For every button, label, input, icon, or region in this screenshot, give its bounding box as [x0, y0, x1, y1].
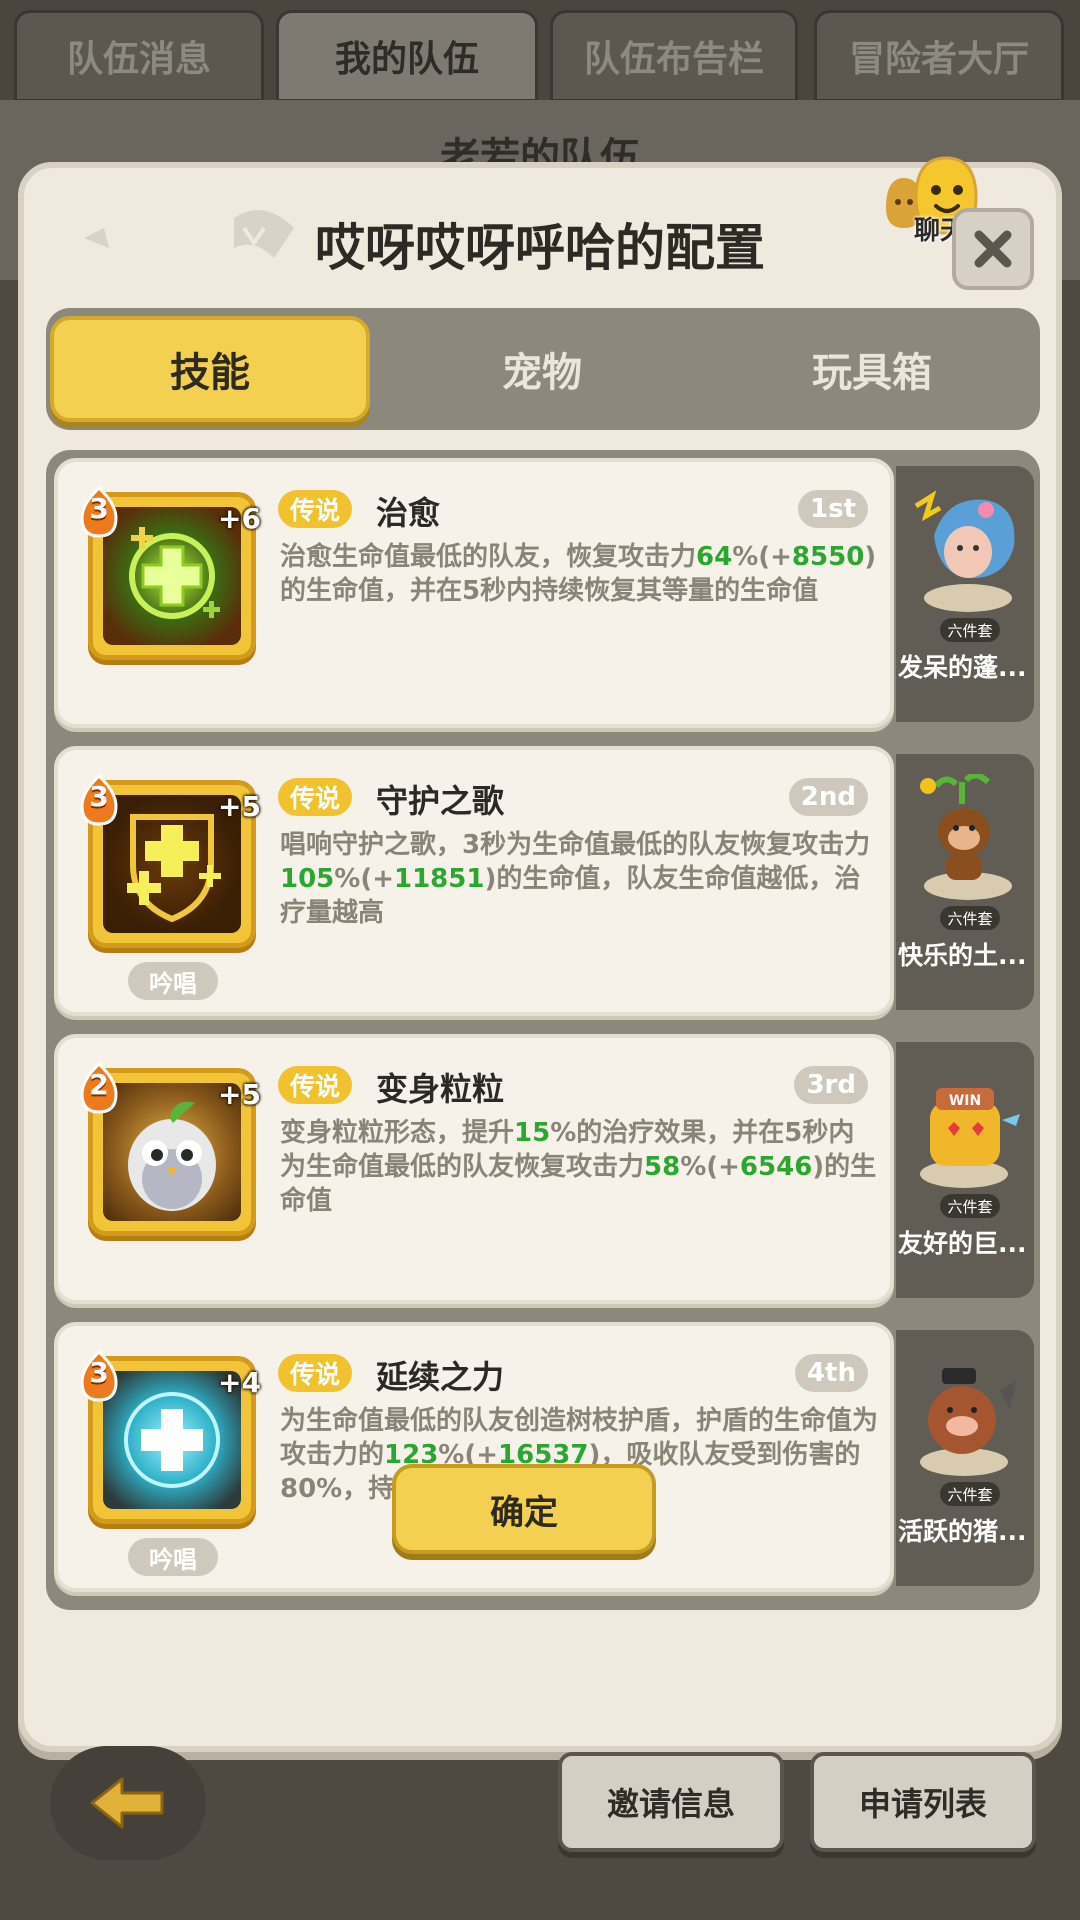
skill-plus-level: +5	[218, 1078, 261, 1111]
rarity-tag: 传说	[278, 490, 353, 528]
skill-plus-level: +6	[218, 502, 261, 535]
pet-slot[interactable]: 六件套 发呆的蓬...	[896, 466, 1034, 722]
tab-team-messages[interactable]: 队伍消息	[14, 10, 264, 102]
chant-tag: 吟唱	[128, 1538, 218, 1576]
highlight-value: 15	[514, 1118, 551, 1148]
pet-set-badge: 六件套	[940, 1194, 1000, 1218]
highlight-value: 58	[644, 1152, 681, 1182]
boar-pet-icon	[920, 1368, 1016, 1476]
skill-plus-level: +5	[218, 790, 261, 823]
skill-level: 2	[89, 1068, 109, 1101]
pet-name: 友好的巨...	[898, 1229, 1027, 1258]
skill-level: 3	[89, 780, 109, 813]
confirm-button[interactable]: 确定	[392, 1464, 656, 1554]
skill-row: 六件套 发呆的蓬... 3 +6 传说 治愈 1st 治愈生命值最低的队友，恢复…	[46, 450, 1040, 728]
top-tab-bar: 队伍消息 我的队伍 队伍布告栏 冒险者大厅	[0, 0, 1080, 105]
skill-card[interactable]: 2 +5 传说 变身粒粒 3rd 变身粒粒形态，提升15%的治疗效果，并在5秒内…	[54, 1034, 894, 1304]
highlight-value: 64	[696, 542, 733, 572]
back-arrow-icon	[90, 1777, 164, 1829]
desc-text: 治愈生命值最低的队友，恢复攻击力	[280, 542, 697, 572]
pet-slot[interactable]: WIN 六件套 友好的巨...	[896, 1042, 1034, 1298]
close-button[interactable]	[952, 208, 1034, 290]
pet-set-badge: 六件套	[940, 618, 1000, 642]
pet-slot[interactable]: 六件套 快乐的土...	[896, 754, 1034, 1010]
tab-adventurer-hall[interactable]: 冒险者大厅	[814, 10, 1064, 102]
skill-plus-level: +4	[218, 1366, 261, 1399]
skill-card[interactable]: 3 +5 吟唱 传说 守护之歌 2nd 唱响守护之歌，3秒为生命值最低的队友恢复…	[54, 746, 894, 1016]
rarity-tag: 传说	[278, 778, 353, 816]
invite-info-button[interactable]: 邀请信息	[558, 1752, 784, 1852]
pet-name: 快乐的土...	[898, 941, 1027, 970]
rank-tag: 4th	[794, 1354, 868, 1392]
apply-list-button[interactable]: 申请列表	[810, 1752, 1036, 1852]
tab-toybox[interactable]: 玩具箱	[712, 316, 1032, 422]
pet-slot[interactable]: 六件套 活跃的猪...	[896, 1330, 1034, 1586]
pet-set-badge: 六件套	[940, 906, 1000, 930]
pet-name: 活跃的猪...	[898, 1517, 1027, 1546]
skill-description: 唱响守护之歌，3秒为生命值最低的队友恢复攻击力105%(+11851)的生命值，…	[280, 828, 880, 930]
highlight-value: 105	[280, 864, 335, 894]
desc-text: %(+	[680, 1152, 740, 1182]
skill-name: 守护之歌	[376, 782, 505, 820]
desc-text: 唱响守护之歌，3秒为生命值最低的队友恢复攻击力	[280, 830, 871, 860]
desc-text: %(+	[334, 864, 394, 894]
skill-list: 六件套 发呆的蓬... 3 +6 传说 治愈 1st 治愈生命值最低的队友，恢复…	[46, 450, 1040, 1610]
tab-team-board[interactable]: 队伍布告栏	[550, 10, 798, 102]
chant-tag: 吟唱	[128, 962, 218, 1000]
highlight-value: 11851	[394, 864, 485, 894]
tab-my-team[interactable]: 我的队伍	[276, 10, 538, 102]
config-tab-bar: 技能 宠物 玩具箱	[46, 308, 1040, 430]
golem-pet-icon: WIN	[920, 1088, 1020, 1188]
rarity-tag: 传说	[278, 1066, 353, 1104]
skill-description: 变身粒粒形态，提升15%的治疗效果，并在5秒内为生命值最低的队友恢复攻击力58%…	[280, 1116, 880, 1218]
skill-level: 3	[89, 492, 109, 525]
monkey-pet-icon	[920, 774, 1012, 900]
highlight-value: 6546	[739, 1152, 813, 1182]
close-icon	[974, 230, 1012, 268]
skill-name: 治愈	[376, 494, 441, 532]
skill-description: 治愈生命值最低的队友，恢复攻击力64%(+8550)的生命值，并在5秒内持续恢复…	[280, 540, 880, 608]
highlight-value: 8550	[791, 542, 865, 572]
tab-pets[interactable]: 宠物	[382, 316, 702, 422]
desc-text: 变身粒粒形态，提升	[280, 1118, 515, 1148]
tab-skills[interactable]: 技能	[50, 316, 370, 422]
skill-card[interactable]: 3 +6 传说 治愈 1st 治愈生命值最低的队友，恢复攻击力64%(+8550…	[54, 458, 894, 728]
pet-set-badge: 六件套	[940, 1482, 1000, 1506]
rank-tag: 1st	[798, 490, 868, 528]
skill-name: 延续之力	[376, 1358, 505, 1396]
rarity-tag: 传说	[278, 1354, 353, 1392]
rank-tag: 3rd	[794, 1066, 868, 1104]
desc-text: %(+	[732, 542, 792, 572]
pet-name: 发呆的蓬...	[898, 653, 1027, 682]
sheep-pet-icon	[914, 490, 1015, 612]
rank-tag: 2nd	[788, 778, 868, 816]
skill-row: 六件套 快乐的土... 3 +5 吟唱 传说 守护之歌 2nd 唱响守护之歌，3…	[46, 738, 1040, 1016]
skill-row: WIN 六件套 友好的巨... 2 +5 传说 变身粒粒 3rd 变身粒粒形态，…	[46, 1026, 1040, 1304]
back-button[interactable]	[50, 1746, 206, 1860]
svg-text:WIN: WIN	[949, 1093, 981, 1109]
skill-name: 变身粒粒	[376, 1070, 505, 1108]
skill-level: 3	[89, 1356, 109, 1389]
